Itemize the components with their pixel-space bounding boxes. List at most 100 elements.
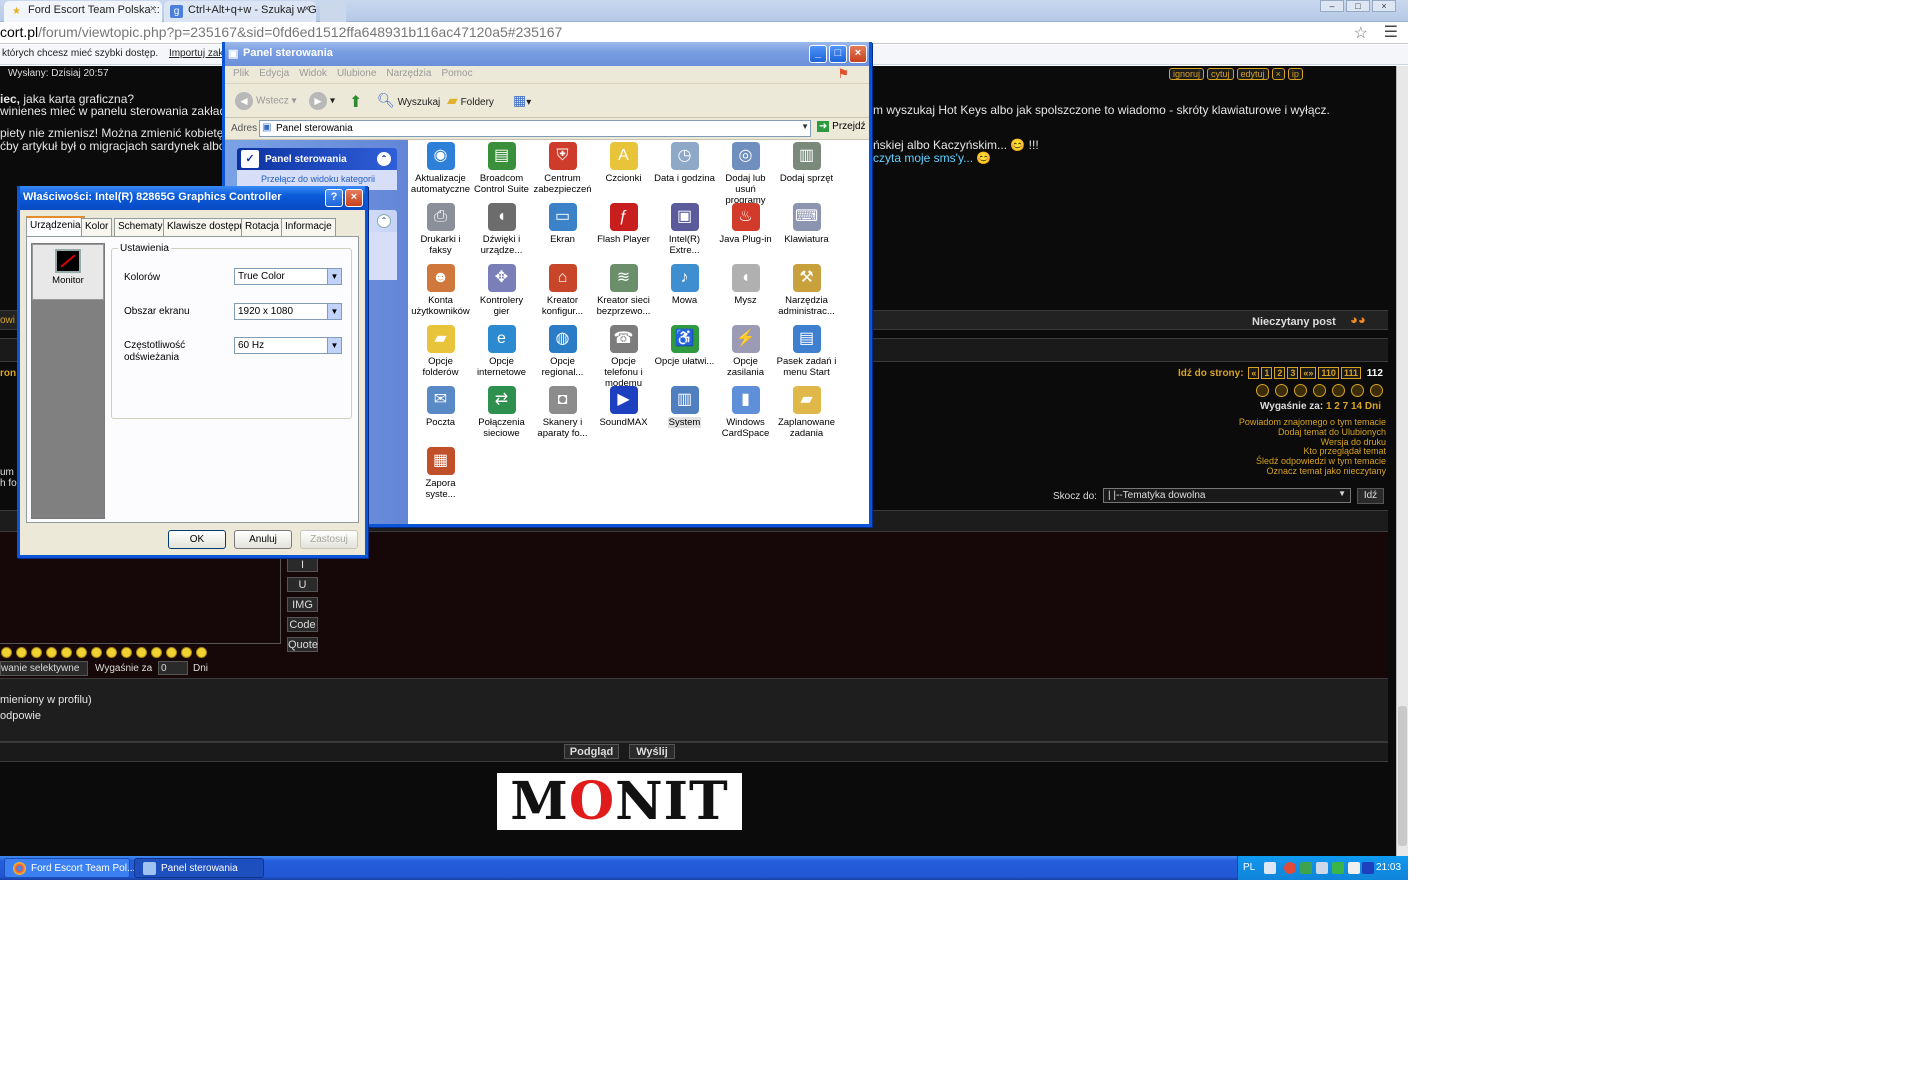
underline-button[interactable]: U xyxy=(287,577,318,592)
cp-item-mail[interactable]: ✉ Poczta xyxy=(410,386,471,428)
search-button[interactable]: 🔍︎ Wyszukaj xyxy=(377,92,440,109)
language-indicator[interactable]: PL xyxy=(1243,862,1255,873)
cp-item-sounds[interactable]: ◖ Dźwięki i urządze... xyxy=(471,203,532,256)
collapse-icon[interactable]: ⌃ xyxy=(377,152,391,166)
smiley-icon[interactable] xyxy=(166,646,177,658)
img-button[interactable]: IMG xyxy=(287,597,318,612)
task-control-panel[interactable]: Panel sterowania xyxy=(134,858,264,878)
cp-item-scheduled-tasks[interactable]: ▰ Zaplanowane zadania xyxy=(776,386,837,439)
sidebar-panel-header[interactable]: ✓ Panel sterowania ⌃ xyxy=(237,148,397,170)
jump-go-button[interactable]: Idź xyxy=(1357,488,1384,504)
cp-item-printers[interactable]: ⎙ Drukarki i faksy xyxy=(410,203,471,256)
minimize-button[interactable]: – xyxy=(1320,0,1344,12)
tab-close-icon[interactable]: × xyxy=(150,3,156,15)
topic-tool-icon[interactable] xyxy=(1332,384,1345,397)
collapse-icon[interactable]: ⌃ xyxy=(377,214,391,228)
page-link[interactable]: 1 xyxy=(1261,367,1273,379)
page-link[interactable]: 3 xyxy=(1287,367,1299,379)
smiley-icon[interactable] xyxy=(136,646,147,658)
page-link[interactable]: «» xyxy=(1300,367,1317,379)
cp-item-intel-graphics[interactable]: ▣ Intel(R) Extre... xyxy=(654,203,715,256)
topic-link[interactable]: Oznacz temat jako nieczytany xyxy=(1239,466,1386,477)
page-link[interactable]: 2 xyxy=(1274,367,1286,379)
shield-tray-icon[interactable] xyxy=(1300,862,1312,874)
italic-button[interactable]: I xyxy=(287,557,318,572)
cp-item-folder-options[interactable]: ▰ Opcje folderów xyxy=(410,325,471,378)
monit-banner[interactable]: MONIT xyxy=(497,773,742,830)
control-panel-titlebar[interactable]: ▣ Panel sterowania _ □ × xyxy=(225,42,869,66)
smiley-icon[interactable] xyxy=(46,646,57,658)
code-button[interactable]: Code xyxy=(287,617,318,632)
tab-devices[interactable]: Urządzenia xyxy=(26,216,85,237)
cp-item-network-connections[interactable]: ⇄ Połączenia sieciowe xyxy=(471,386,532,439)
menu-view[interactable]: Widok xyxy=(299,68,327,79)
cp-item-admin-tools[interactable]: ⚒ Narzędzia administrac... xyxy=(776,264,837,317)
close-button[interactable]: × xyxy=(1372,0,1396,12)
page-link[interactable]: 110 xyxy=(1318,367,1339,379)
screen-area-select[interactable]: 1920 x 1080 ▼ xyxy=(234,303,342,320)
cp-item-regional-options[interactable]: ◍ Opcje regional... xyxy=(532,325,593,378)
preview-button[interactable]: Podgląd xyxy=(564,744,619,759)
cp-item-taskbar-start[interactable]: ▤ Pasek zadań i menu Start xyxy=(776,325,837,378)
smiley-icon[interactable] xyxy=(61,646,72,658)
cp-item-display[interactable]: ▭ Ekran xyxy=(532,203,593,245)
cp-item-broadcom[interactable]: ▤ Broadcom Control Suite xyxy=(471,142,532,195)
close-button[interactable]: × xyxy=(345,189,363,207)
dialog-titlebar[interactable]: Właściwości: Intel(R) 82865G Graphics Co… xyxy=(20,186,365,210)
menu-favorites[interactable]: Ulubione xyxy=(337,68,376,79)
browser-menu-icon[interactable]: ☰ xyxy=(1384,22,1398,42)
cp-item-add-hardware[interactable]: ▥ Dodaj sprzęt xyxy=(776,142,837,184)
go-button[interactable]: ➜ Przejdź xyxy=(817,121,866,132)
network-tray-icon[interactable] xyxy=(1284,862,1296,874)
tab-information[interactable]: Informacje xyxy=(281,218,336,236)
media-tray-icon[interactable] xyxy=(1362,862,1374,874)
cp-item-security-center[interactable]: ⛨ Centrum zabezpieczeń xyxy=(532,142,593,195)
smiley-icon[interactable] xyxy=(181,646,192,658)
topic-tool-icon[interactable] xyxy=(1313,384,1326,397)
clock[interactable]: 21:03 xyxy=(1376,862,1401,873)
smiley-icon[interactable] xyxy=(91,646,102,658)
selective-notify-button[interactable]: wanie selektywne xyxy=(0,661,88,676)
cp-item-add-remove-programs[interactable]: ◎ Dodaj lub usuń programy xyxy=(715,142,776,206)
quote-insert-button[interactable]: Quote xyxy=(287,637,318,652)
cp-item-wireless-setup[interactable]: ≋ Kreator sieci bezprzewo... xyxy=(593,264,654,317)
cancel-button[interactable]: Anuluj xyxy=(234,530,292,549)
expire-input[interactable]: 0 xyxy=(158,661,188,675)
smiley-icon[interactable] xyxy=(151,646,162,658)
topic-tool-icon[interactable] xyxy=(1275,384,1288,397)
cp-item-date-time[interactable]: ◷ Data i godzina xyxy=(654,142,715,184)
cp-item-game-controllers[interactable]: ✥ Kontrolery gier xyxy=(471,264,532,317)
cp-item-network-setup[interactable]: ⌂ Kreator konfigur... xyxy=(532,264,593,317)
up-folder-button[interactable]: ⬆ xyxy=(349,92,362,112)
menu-tools[interactable]: Narzędzia xyxy=(386,68,431,79)
edit-button[interactable]: edytuj xyxy=(1236,68,1269,80)
topic-tool-icon[interactable] xyxy=(1256,384,1269,397)
quote-button[interactable]: cytuj xyxy=(1207,68,1234,80)
task-forum[interactable]: Ford Escort Team Pol... xyxy=(4,858,135,878)
menu-file[interactable]: Plik xyxy=(233,68,249,79)
colors-select[interactable]: True Color ▼ xyxy=(234,268,342,285)
keyboard-tray-icon[interactable] xyxy=(1264,862,1276,874)
cp-item-firewall[interactable]: ▦ Zapora syste... xyxy=(410,447,471,500)
page-scrollbar[interactable] xyxy=(1396,66,1408,856)
smiley-icon[interactable] xyxy=(76,646,87,658)
topic-tool-icon[interactable] xyxy=(1294,384,1307,397)
close-button[interactable]: × xyxy=(849,45,867,63)
volume-tray-icon[interactable] xyxy=(1348,862,1360,874)
topic-tool-icon[interactable] xyxy=(1351,384,1364,397)
jump-select[interactable]: | |--Tematyka dowolna ▼ xyxy=(1103,488,1351,503)
send-button[interactable]: Wyślij xyxy=(629,744,675,759)
cp-item-scanners-cameras[interactable]: ◘ Skanery i aparaty fo... xyxy=(532,386,593,439)
refresh-rate-select[interactable]: 60 Hz ▼ xyxy=(234,337,342,354)
address-field[interactable]: ▣ Panel sterowania ▼ xyxy=(259,120,811,137)
cp-item-keyboard[interactable]: ⌨ Klawiatura xyxy=(776,203,837,245)
cp-item-flash-player[interactable]: ƒ Flash Player xyxy=(593,203,654,245)
cp-item-system[interactable]: ▥ System xyxy=(654,386,715,428)
monitor-tray-icon[interactable] xyxy=(1316,862,1328,874)
check-tray-icon[interactable] xyxy=(1332,862,1344,874)
cp-item-user-accounts[interactable]: ☻ Konta użytkowników xyxy=(410,264,471,317)
forward-button[interactable]: ► ▾ xyxy=(309,92,335,110)
tab-color[interactable]: Kolor xyxy=(81,218,113,236)
browser-tab-search[interactable]: g Ctrl+Alt+q+w - Szukaj w Go × xyxy=(164,1,316,22)
cp-item-cardspace[interactable]: ▮ Windows CardSpace xyxy=(715,386,776,439)
